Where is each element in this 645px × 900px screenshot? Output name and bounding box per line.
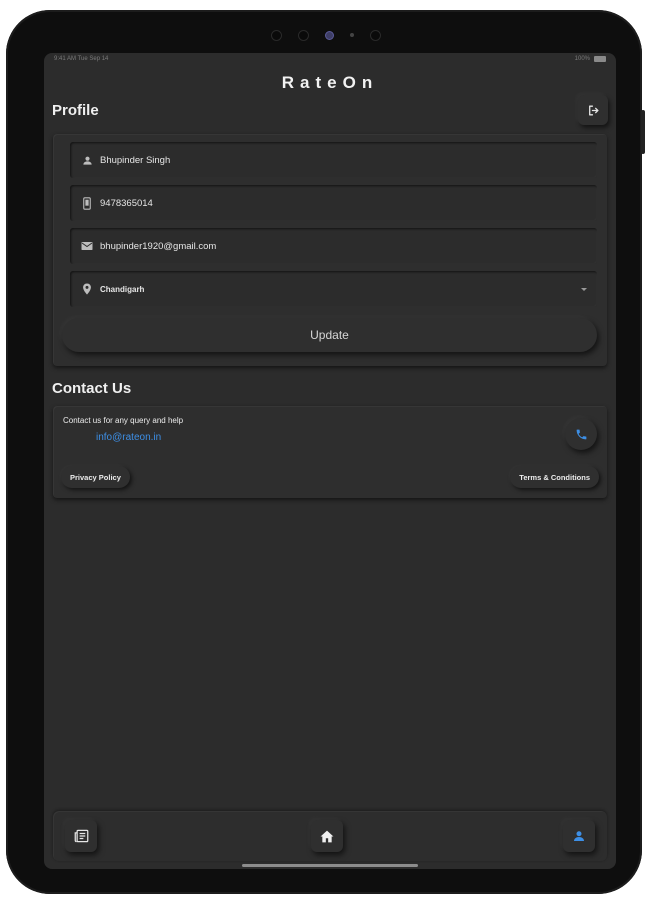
tablet-frame: 9:41 AM Tue Sep 14 100% RateOn Profile B…: [6, 10, 645, 894]
logout-button[interactable]: [578, 95, 608, 125]
phone-icon: [576, 429, 586, 439]
terms-conditions-button[interactable]: Terms & Conditions: [510, 466, 599, 488]
sensor-dot: [298, 29, 309, 41]
sensor-dot: [370, 29, 381, 41]
nav-profile-button[interactable]: [563, 820, 595, 852]
email-field[interactable]: bhupinder1920@gmail.com: [70, 228, 597, 264]
home-icon: [320, 830, 334, 842]
battery-icon: [594, 56, 606, 62]
call-button[interactable]: [565, 418, 597, 450]
city-dropdown-content: Chandigarh: [80, 282, 144, 296]
phone-value: 9478365014: [100, 197, 153, 209]
contact-section-title: Contact Us: [52, 380, 132, 397]
smartphone-icon: [80, 196, 94, 210]
person-icon: [80, 153, 94, 167]
app-screen: 9:41 AM Tue Sep 14 100% RateOn Profile B…: [44, 53, 616, 869]
camera-bar: [266, 28, 386, 42]
status-time: 9:41 AM Tue Sep 14: [54, 56, 109, 62]
indicator-dot: [350, 33, 354, 37]
app-title: RateOn: [281, 73, 379, 92]
update-button[interactable]: Update: [62, 318, 597, 352]
profile-header: Profile: [44, 95, 616, 125]
email-value: bhupinder1920@gmail.com: [100, 240, 217, 252]
location-pin-icon: [80, 282, 94, 296]
profile-section-title: Profile: [52, 101, 99, 119]
name-field[interactable]: Bhupinder Singh: [70, 142, 597, 178]
contact-description: Contact us for any query and help: [63, 416, 184, 425]
name-value: Bhupinder Singh: [100, 154, 171, 166]
phone-field[interactable]: 9478365014: [70, 185, 597, 221]
city-value: Chandigarh: [100, 284, 145, 294]
status-indicators: 100%: [575, 56, 606, 62]
bottom-navigation: [53, 811, 607, 861]
camera-lens: [325, 30, 334, 40]
nav-home-button[interactable]: [311, 820, 343, 852]
privacy-policy-button[interactable]: Privacy Policy: [61, 466, 130, 488]
contact-header: Contact Us: [44, 380, 616, 397]
battery-percent: 100%: [574, 56, 590, 62]
side-button: [641, 110, 645, 154]
profile-icon: [574, 831, 584, 841]
home-indicator: [242, 864, 418, 867]
sensor-dot: [271, 29, 282, 41]
contact-email-link[interactable]: info@rateon.in: [96, 432, 597, 443]
contact-card: Contact us for any query and help info@r…: [53, 406, 607, 498]
city-dropdown[interactable]: Chandigarh: [70, 271, 597, 307]
newspaper-icon: [74, 829, 88, 843]
mail-icon: [80, 239, 94, 253]
logout-icon: [588, 105, 598, 115]
chevron-down-icon: [581, 287, 587, 291]
profile-card: Bhupinder Singh 9478365014 bhupinder1920…: [53, 134, 607, 366]
status-bar: 9:41 AM Tue Sep 14 100%: [44, 53, 616, 65]
nav-news-button[interactable]: [65, 820, 97, 852]
